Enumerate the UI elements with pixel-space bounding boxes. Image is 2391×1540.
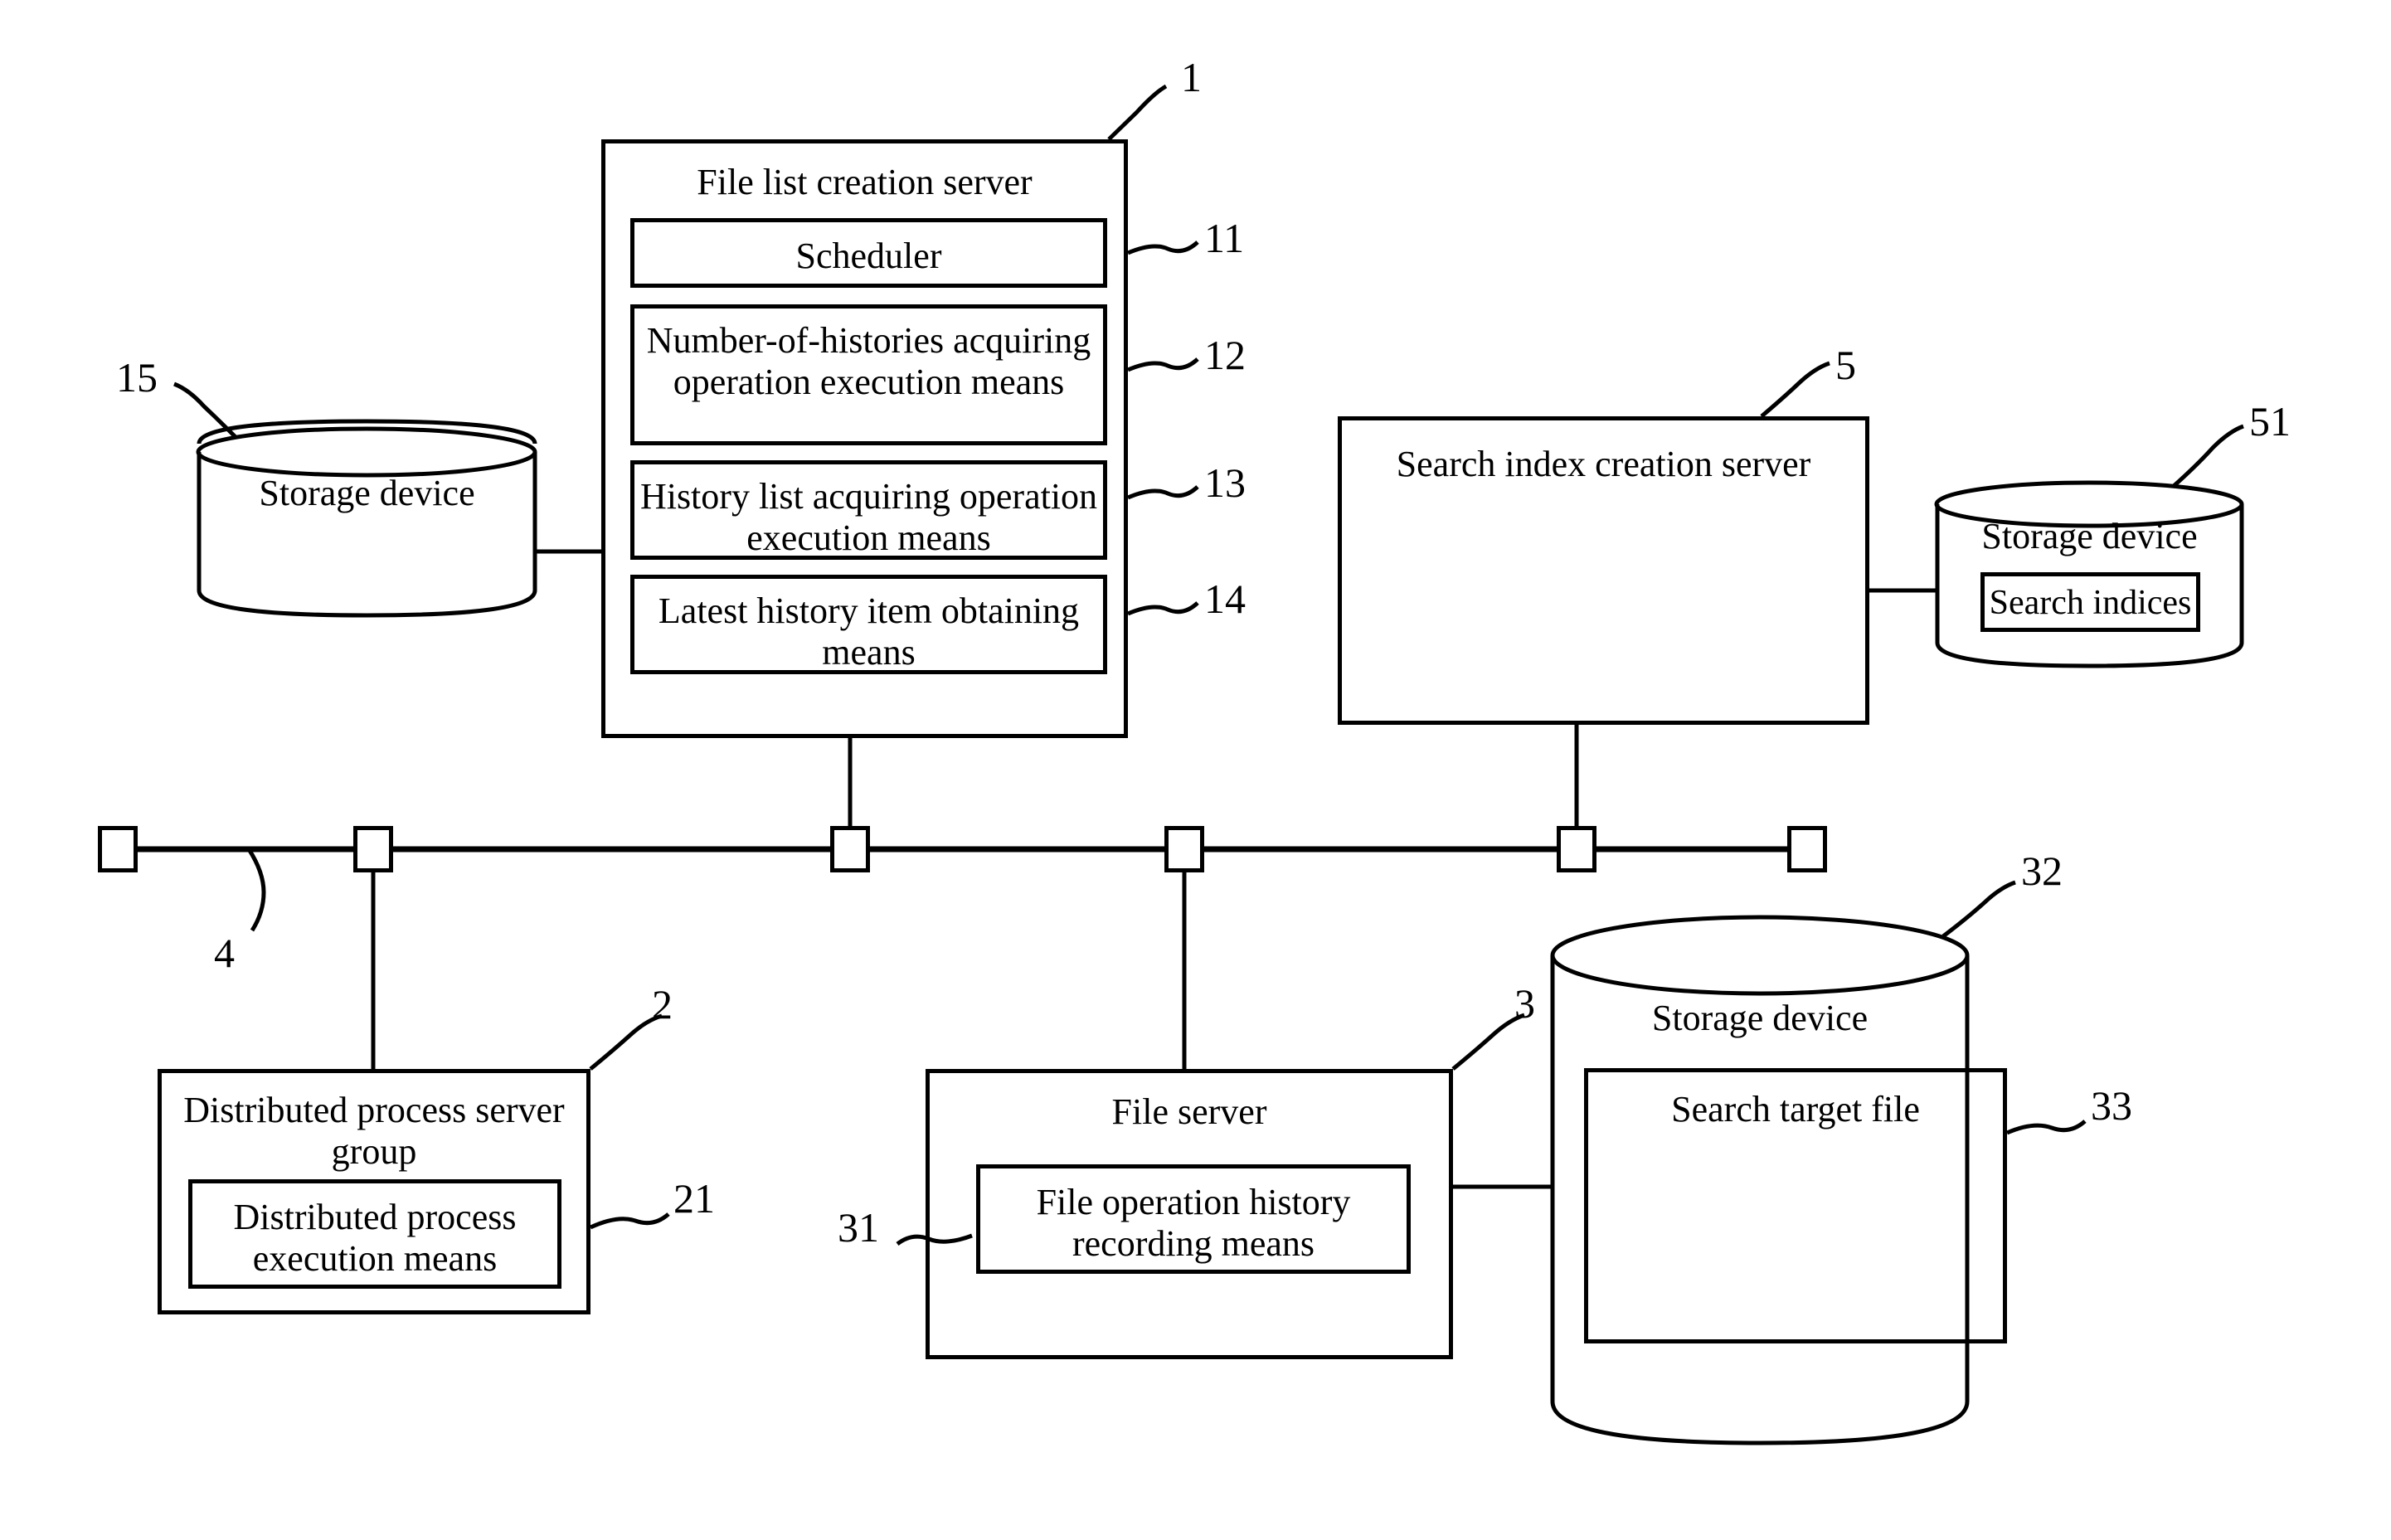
history-list-acquiring-operation-execution-means-block[interactable]: History list acquiring operation executi… [630, 460, 1107, 560]
storage-device-51-label: Storage device [1981, 516, 2198, 556]
leader-line-21 [589, 1212, 670, 1230]
bus-node-4[interactable] [1164, 826, 1204, 872]
leader-line-1 [1107, 84, 1168, 141]
file-list-creation-server[interactable]: File list creation server Scheduler Numb… [601, 139, 1128, 738]
ref-numeral-1: 1 [1181, 54, 1202, 100]
ref-numeral-13: 13 [1204, 459, 1246, 506]
ref-numeral-5: 5 [1835, 342, 1856, 388]
file-server[interactable]: File server File operation history recor… [926, 1069, 1453, 1359]
file-operation-history-recording-means-label: File operation history recording means [1036, 1182, 1351, 1264]
file-operation-history-recording-means-block[interactable]: File operation history recording means [976, 1164, 1411, 1274]
scheduler-label: Scheduler [795, 236, 942, 276]
number-of-histories-acquiring-operation-execution-means-label: Number-of-histories acquiring operation … [646, 320, 1091, 402]
leader-line-33 [2005, 1120, 2087, 1135]
cylinder-storage-15 [196, 419, 537, 618]
number-of-histories-acquiring-operation-execution-means-block[interactable]: Number-of-histories acquiring operation … [630, 304, 1107, 445]
distributed-process-execution-means-label: Distributed process execution means [233, 1197, 517, 1279]
search-indices-label: Search indices [1989, 584, 2192, 622]
distributed-process-execution-means-block[interactable]: Distributed process execution means [188, 1179, 561, 1289]
ref-numeral-21: 21 [673, 1175, 715, 1222]
search-target-file-block[interactable]: Search target file [1584, 1068, 2007, 1343]
leader-line-51 [2172, 424, 2244, 488]
leader-line-32 [1941, 880, 2016, 938]
leader-line-15 [173, 381, 238, 440]
ref-numeral-4: 4 [214, 930, 235, 976]
ref-numeral-12: 12 [1204, 332, 1246, 378]
ref-numeral-15: 15 [116, 354, 158, 401]
search-indices-block[interactable]: Search indices [1980, 572, 2200, 632]
ref-numeral-14: 14 [1204, 576, 1246, 622]
search-index-creation-server[interactable]: Search index creation server [1338, 416, 1869, 725]
figure-canvas: File list creation server Scheduler Numb… [0, 0, 2391, 1540]
ref-numeral-31: 31 [838, 1204, 879, 1251]
bus-node-6[interactable] [1787, 826, 1827, 872]
ref-numeral-3: 3 [1514, 980, 1535, 1027]
leader-line-11 [1127, 240, 1199, 255]
ref-numeral-33: 33 [2091, 1082, 2132, 1129]
ref-numeral-2: 2 [652, 981, 673, 1027]
search-index-creation-server-title: Search index creation server [1396, 444, 1811, 484]
leader-line-12 [1127, 357, 1199, 372]
file-server-title: File server [1111, 1091, 1267, 1132]
ref-numeral-51: 51 [2249, 398, 2291, 445]
latest-history-item-obtaining-means-label: Latest history item obtaining means [658, 590, 1080, 673]
storage-device-32-label: Storage device [1651, 998, 1869, 1038]
bus-node-1[interactable] [98, 826, 138, 872]
leader-line-4 [246, 848, 266, 932]
ref-numeral-32: 32 [2021, 848, 2063, 894]
distributed-process-server-group-title: Distributed process server group [183, 1090, 565, 1172]
leader-line-13 [1127, 485, 1199, 500]
latest-history-item-obtaining-means-block[interactable]: Latest history item obtaining means [630, 575, 1107, 674]
leader-line-5 [1760, 361, 1830, 418]
leader-line-14 [1127, 601, 1199, 616]
bus-node-3[interactable] [830, 826, 870, 872]
distributed-process-server-group[interactable]: Distributed process server group Distrib… [158, 1069, 590, 1314]
scheduler-block[interactable]: Scheduler [630, 218, 1107, 288]
bus-node-5[interactable] [1557, 826, 1596, 872]
history-list-acquiring-operation-execution-means-label: History list acquiring operation executi… [639, 476, 1098, 558]
ref-numeral-11: 11 [1204, 215, 1245, 261]
search-target-file-label: Search target file [1671, 1089, 1920, 1129]
file-list-creation-server-title: File list creation server [697, 162, 1033, 202]
bus-node-2[interactable] [353, 826, 393, 872]
storage-device-15-label: Storage device [259, 473, 475, 513]
